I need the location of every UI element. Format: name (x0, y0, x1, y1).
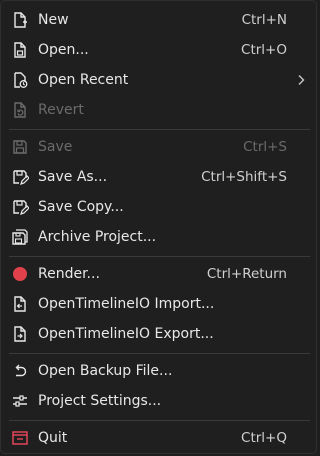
menu-item-label: Save As... (38, 169, 108, 185)
menu-item-quit[interactable]: Quit Ctrl+Q (5, 424, 314, 452)
menu-item-label: Quit (38, 430, 68, 446)
open-file-icon (11, 41, 29, 59)
menu-item-label: Save Copy... (38, 199, 124, 215)
menu-item-render[interactable]: Render... Ctrl+Return (5, 260, 314, 288)
menu-item-project-settings[interactable]: Project Settings... (5, 387, 314, 415)
open-recent-icon (11, 71, 29, 89)
menu-item-label: Open Recent (38, 72, 129, 88)
menu-item-save[interactable]: Save Ctrl+S (5, 133, 314, 161)
menu-item-shortcut: Ctrl+S (243, 139, 287, 155)
undo-arrow-icon (11, 362, 29, 380)
menu-item-open-recent[interactable]: Open Recent (5, 66, 314, 94)
menu-item-shortcut: Ctrl+N (241, 12, 287, 28)
menu-separator (9, 256, 310, 257)
menu-item-new[interactable]: New Ctrl+N (5, 6, 314, 34)
save-icon (11, 138, 29, 156)
menu-item-open-backup[interactable]: Open Backup File... (5, 357, 314, 385)
menu-item-shortcut: Ctrl+Return (206, 266, 287, 282)
menu-item-label: Project Settings... (38, 393, 162, 409)
menu-item-label: Save (38, 139, 73, 155)
save-as-icon (11, 168, 29, 186)
menu-item-label: OpenTimelineIO Import... (38, 296, 215, 312)
menu-item-save-as[interactable]: Save As... Ctrl+Shift+S (5, 163, 314, 191)
otio-import-icon (11, 295, 29, 313)
menu-item-label: Archive Project... (38, 229, 157, 245)
menu-item-label: New (38, 12, 69, 28)
menu-item-label: Open Backup File... (38, 363, 173, 379)
menu-item-otio-export[interactable]: OpenTimelineIO Export... (5, 320, 314, 348)
menu-item-archive-project[interactable]: Archive Project... (5, 223, 314, 251)
otio-export-icon (11, 325, 29, 343)
new-file-icon (11, 11, 29, 29)
menu-item-revert[interactable]: Revert (5, 96, 314, 124)
settings-sliders-icon (11, 392, 29, 410)
menu-item-otio-import[interactable]: OpenTimelineIO Import... (5, 290, 314, 318)
revert-icon (11, 101, 29, 119)
menu-item-shortcut: Ctrl+Q (241, 430, 287, 446)
menu-item-label: Open... (38, 42, 89, 58)
menu-item-label: Revert (38, 102, 84, 118)
quit-icon (11, 429, 29, 447)
menu-item-label: OpenTimelineIO Export... (38, 326, 214, 342)
menu-item-open[interactable]: Open... Ctrl+O (5, 36, 314, 64)
menu-item-shortcut: Ctrl+Shift+S (201, 169, 287, 185)
menu-item-save-copy[interactable]: Save Copy... (5, 193, 314, 221)
submenu-chevron-icon (298, 75, 305, 85)
menu-item-label: Render... (38, 266, 100, 282)
archive-icon (11, 228, 29, 246)
file-menu: New Ctrl+N Open... Ctrl+O Open Recent Re… (0, 0, 317, 454)
menu-separator (9, 353, 310, 354)
menu-item-shortcut: Ctrl+O (241, 42, 287, 58)
menu-separator (9, 420, 310, 421)
save-copy-icon (11, 198, 29, 216)
render-record-icon (11, 265, 29, 283)
menu-separator (9, 129, 310, 130)
